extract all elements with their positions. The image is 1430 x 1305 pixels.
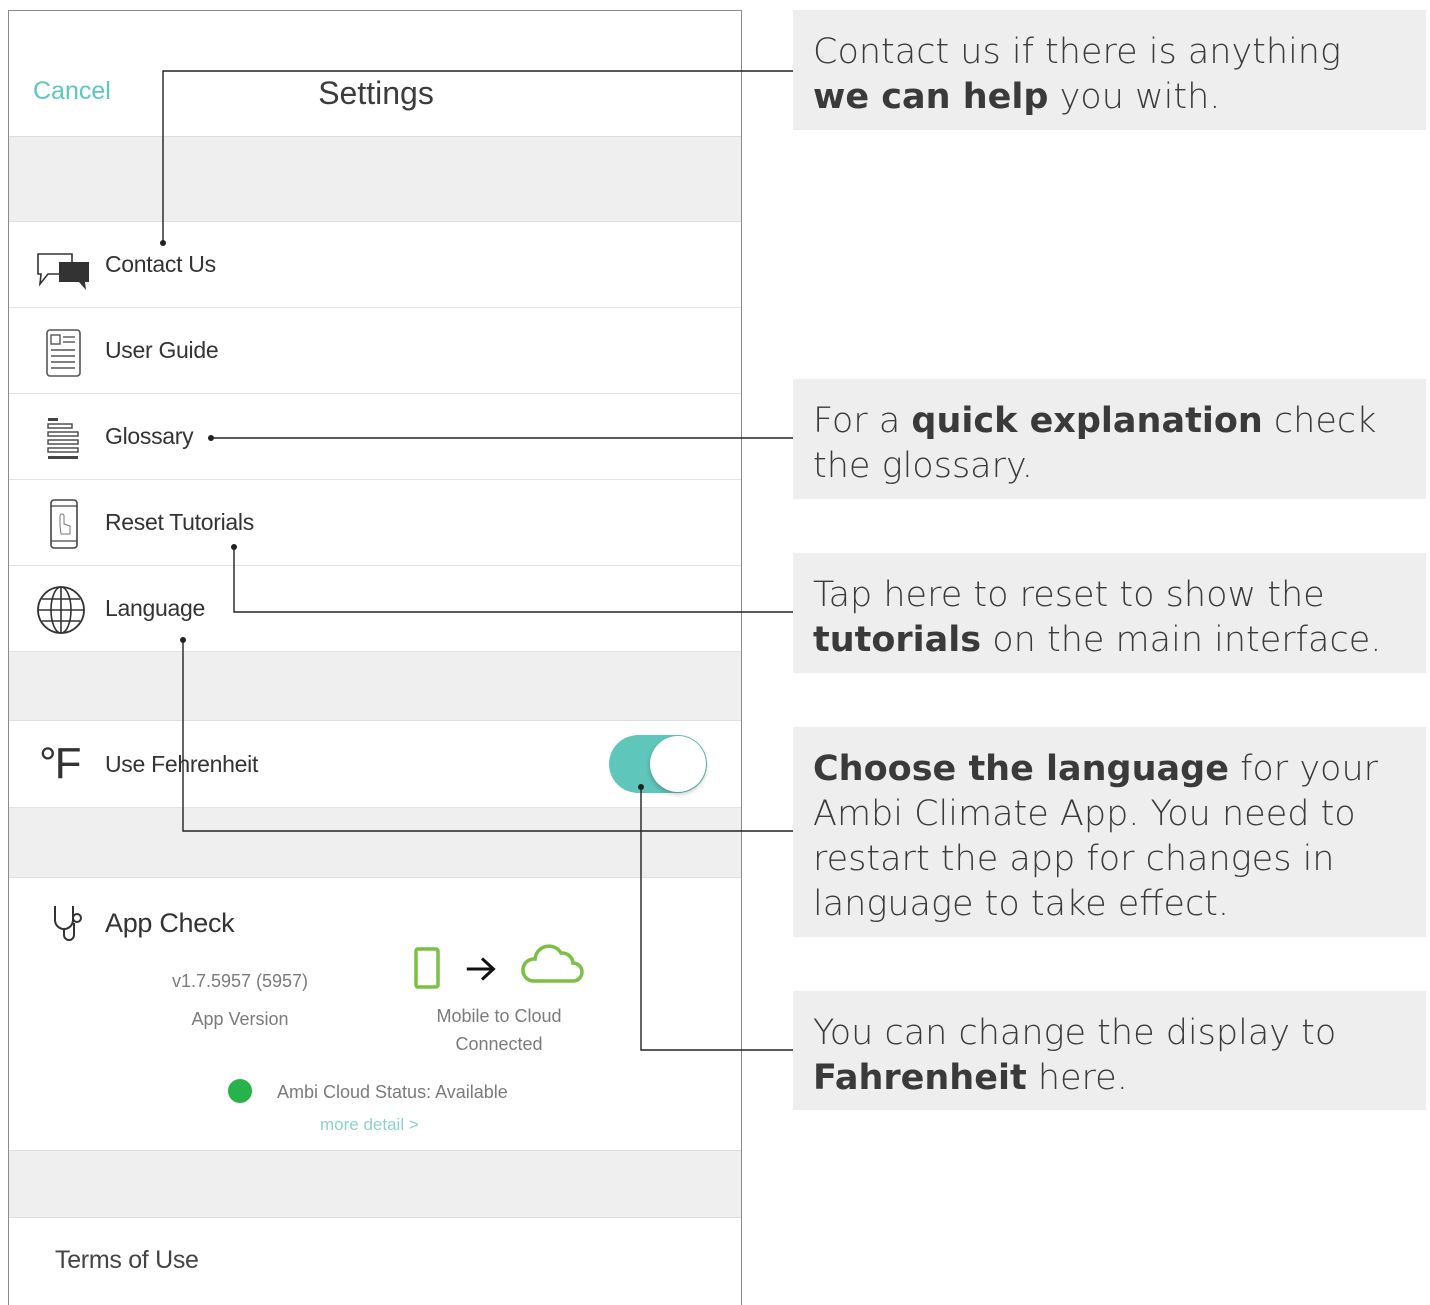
callout-text: For a [813, 401, 912, 441]
callout-text: You can change the display to [813, 1013, 1337, 1053]
fahrenheit-toggle[interactable] [609, 735, 707, 793]
callout-text: on the main interface. [981, 620, 1382, 660]
connection-line1: Mobile to Cloud [436, 1006, 562, 1026]
toggle-knob [650, 736, 706, 792]
cloud-status-indicator [228, 1079, 252, 1103]
callout-bold-text: Fahrenheit [813, 1058, 1027, 1098]
reset-tutorials-label: Reset Tutorials [105, 509, 254, 535]
fahrenheit-label: Use Fehrenheit [105, 751, 259, 777]
menu-item-language[interactable]: Language [9, 566, 741, 652]
callout-bold-text: quick explanation [911, 401, 1263, 441]
app-version-value: v1.7.5957 (5957) [171, 971, 309, 991]
section-spacer [9, 808, 741, 878]
user-guide-label: User Guide [105, 337, 219, 363]
callout-bold-text: Choose the language [813, 749, 1229, 789]
nav-bar: Cancel Settings [9, 11, 741, 137]
connection-line2: Connected [455, 1034, 543, 1054]
document-icon [46, 329, 81, 377]
page-title: Settings [318, 75, 434, 111]
list-icon [47, 418, 79, 459]
section-spacer [9, 1151, 741, 1218]
language-label: Language [105, 595, 205, 621]
callout-contact: Contact us if there is anything we can h… [793, 10, 1426, 130]
terms-of-use-label: Terms of Use [55, 1246, 199, 1274]
menu-item-glossary[interactable]: Glossary [9, 394, 741, 480]
callout-text: Tap here to reset to show the [813, 575, 1325, 615]
cloud-status-text: Ambi Cloud Status: Available [277, 1082, 508, 1102]
app-check-section: App Check v1.7.5957 (5957) App Version M… [9, 878, 741, 1151]
cloud-icon [521, 944, 584, 983]
callout-bold-text: we can help [813, 77, 1049, 117]
callout-tutorials: Tap here to reset to show the tutorials … [793, 553, 1426, 673]
callout-text: Contact us if there is anything [813, 32, 1341, 72]
phone-tap-icon [50, 499, 78, 549]
callout-text: you with. [1048, 77, 1221, 117]
more-detail-link[interactable]: more detail > [320, 1115, 419, 1135]
section-spacer [9, 137, 741, 222]
mobile-icon [414, 947, 440, 989]
contact-us-label: Contact Us [105, 251, 216, 277]
settings-screen: Cancel Settings Contact Us User Guide Gl… [8, 10, 742, 1305]
callout-text: here. [1026, 1058, 1128, 1098]
globe-icon [37, 586, 85, 634]
chat-bubbles-icon [37, 253, 89, 290]
setting-fahrenheit: °F Use Fehrenheit [9, 721, 741, 808]
callout-bold-text: tutorials [813, 620, 982, 660]
callout-fahrenheit: You can change the display to Fahrenheit… [793, 991, 1426, 1110]
menu-item-user-guide[interactable]: User Guide [9, 308, 741, 394]
app-check-title: App Check [105, 908, 235, 938]
callout-glossary: For a quick explanation check the glossa… [793, 379, 1426, 499]
menu-item-contact-us[interactable]: Contact Us [9, 222, 741, 308]
arrow-right-icon [466, 957, 496, 981]
callout-language: Choose the language for your Ambi Climat… [793, 727, 1426, 937]
menu-item-reset-tutorials[interactable]: Reset Tutorials [9, 480, 741, 566]
stethoscope-icon [54, 906, 82, 941]
section-spacer [9, 652, 741, 721]
terms-of-use-row[interactable]: Terms of Use [9, 1218, 741, 1305]
fahrenheit-icon: °F [39, 739, 82, 788]
app-version-label: App Version [191, 1009, 289, 1029]
glossary-label: Glossary [105, 423, 194, 449]
